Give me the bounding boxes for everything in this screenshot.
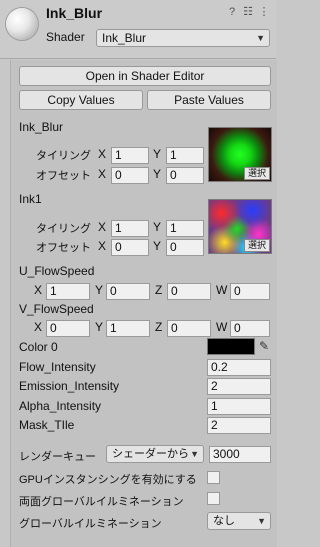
gpu-instancing-label: GPUインスタンシングを有効にする <box>19 474 197 486</box>
texture-select-button[interactable]: 選択 <box>243 167 270 180</box>
tiling-x-field[interactable]: 1 <box>111 220 149 237</box>
offset-y-field[interactable]: 0 <box>166 239 204 256</box>
vector-y-label: Y <box>95 320 104 334</box>
tiling-label: タイリング <box>36 223 91 235</box>
global-illumination-dropdown[interactable]: なし ▼ <box>207 512 271 530</box>
eyedropper-icon[interactable]: ✎ <box>257 338 271 355</box>
v-flowspeed-x-field[interactable]: 0 <box>46 320 90 337</box>
tiling-x-label: X <box>98 147 107 161</box>
tiling-x-label: X <box>98 220 107 234</box>
texture-thumbnail-ink1[interactable]: 選択 <box>208 199 272 254</box>
u-flowspeed-x-field[interactable]: 1 <box>46 283 90 300</box>
flow-intensity-field[interactable]: 0.2 <box>207 359 271 376</box>
copy-values-button[interactable]: Copy Values <box>19 90 143 110</box>
vector-x-label: X <box>34 320 43 334</box>
texture-select-button[interactable]: 選択 <box>243 239 270 252</box>
float-label-emission-intensity: Emission_Intensity <box>19 379 120 393</box>
float-label-flow-intensity: Flow_Intensity <box>19 360 96 374</box>
offset-y-label: Y <box>153 239 162 253</box>
u-flowspeed-z-field[interactable]: 0 <box>167 283 211 300</box>
texture-name-ink1: Ink1 <box>19 192 42 206</box>
shader-label: Shader <box>46 30 85 44</box>
global-illumination-label: グローバルイルミネーション <box>19 518 162 530</box>
v-flowspeed-w-field[interactable]: 0 <box>230 320 270 337</box>
offset-x-label: X <box>98 167 107 181</box>
tiling-y-field[interactable]: 1 <box>166 220 204 237</box>
emission-intensity-field[interactable]: 2 <box>207 378 271 395</box>
mask-tile-field[interactable]: 2 <box>207 417 271 434</box>
material-preview-icon <box>6 8 38 40</box>
texture-thumbnail-ink-blur[interactable]: 選択 <box>208 127 272 182</box>
color-swatch[interactable] <box>207 338 255 355</box>
texture-name-ink-blur: Ink_Blur <box>19 120 64 134</box>
v-flowspeed-y-field[interactable]: 1 <box>106 320 150 337</box>
tiling-y-label: Y <box>153 147 162 161</box>
dropdown-arrow-icon: ▼ <box>190 449 199 459</box>
color-label: Color 0 <box>19 340 58 354</box>
preset-icon[interactable]: ☷ <box>242 6 254 18</box>
vector-w-label: W <box>216 320 228 334</box>
double-sided-gi-label: 両面グローバルイルミネーション <box>19 496 184 508</box>
dropdown-arrow-icon: ▼ <box>257 516 266 526</box>
alpha-intensity-field[interactable]: 1 <box>207 398 271 415</box>
tiling-x-field[interactable]: 1 <box>111 147 149 164</box>
render-queue-mode-value: シェーダーから <box>112 448 189 460</box>
help-icon[interactable]: ? <box>226 6 238 18</box>
more-icon[interactable]: ⋮ <box>258 6 270 18</box>
tiling-y-label: Y <box>153 220 162 234</box>
offset-y-label: Y <box>153 167 162 181</box>
vector-z-label: Z <box>155 320 163 334</box>
offset-y-field[interactable]: 0 <box>166 167 204 184</box>
double-sided-gi-checkbox[interactable] <box>207 492 220 505</box>
offset-x-label: X <box>98 239 107 253</box>
header-icons: ? ☷ ⋮ <box>226 6 270 18</box>
u-flowspeed-y-field[interactable]: 0 <box>106 283 150 300</box>
offset-x-field[interactable]: 0 <box>111 167 149 184</box>
float-label-alpha-intensity: Alpha_Intensity <box>19 399 102 413</box>
offset-label: オフセット <box>36 170 91 182</box>
vector-label-u-flowspeed: U_FlowSpeed <box>19 264 95 278</box>
shader-dropdown[interactable]: Ink_Blur ▼ <box>96 29 270 47</box>
render-queue-label: レンダーキュー <box>19 451 96 463</box>
offset-x-field[interactable]: 0 <box>111 239 149 256</box>
float-label-mask-tile: Mask_TIle <box>19 418 75 432</box>
open-shader-editor-button[interactable]: Open in Shader Editor <box>19 66 271 86</box>
u-flowspeed-w-field[interactable]: 0 <box>230 283 270 300</box>
gpu-instancing-checkbox[interactable] <box>207 471 220 484</box>
v-flowspeed-z-field[interactable]: 0 <box>167 320 211 337</box>
material-title: Ink_Blur <box>46 5 103 21</box>
offset-label: オフセット <box>36 242 91 254</box>
dropdown-arrow-icon: ▼ <box>256 33 265 43</box>
render-queue-mode-dropdown[interactable]: シェーダーから ▼ <box>106 445 204 463</box>
vector-label-v-flowspeed: V_FlowSpeed <box>19 302 94 316</box>
vector-w-label: W <box>216 283 228 297</box>
vector-x-label: X <box>34 283 43 297</box>
render-queue-field[interactable]: 3000 <box>209 446 271 463</box>
tiling-label: タイリング <box>36 150 91 162</box>
tiling-y-field[interactable]: 1 <box>166 147 204 164</box>
vector-y-label: Y <box>95 283 104 297</box>
shader-dropdown-value: Ink_Blur <box>102 31 147 45</box>
vector-z-label: Z <box>155 283 163 297</box>
global-illumination-value: なし <box>213 515 235 527</box>
paste-values-button[interactable]: Paste Values <box>147 90 271 110</box>
